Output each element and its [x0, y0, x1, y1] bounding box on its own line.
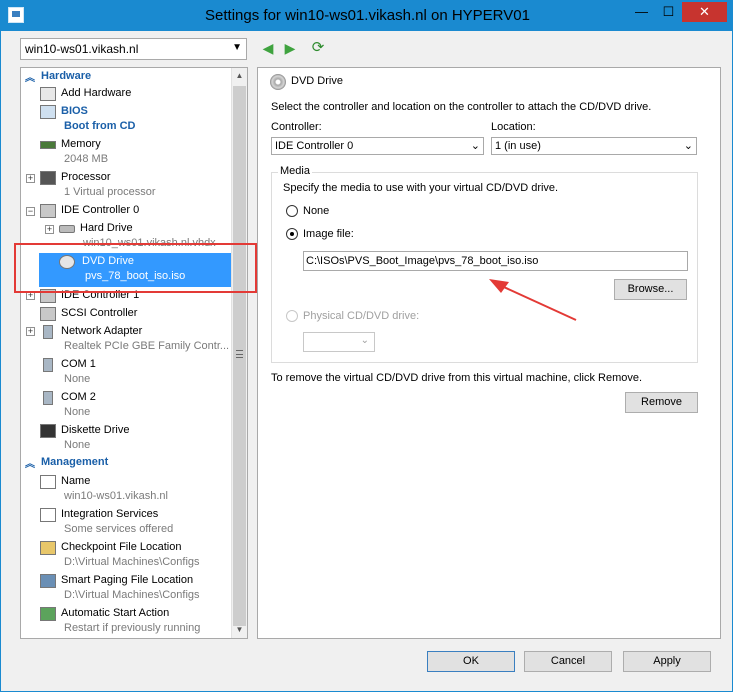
none-radio[interactable]	[286, 205, 298, 217]
image-file-radio[interactable]	[286, 228, 298, 240]
physical-drive-select[interactable]: ⌄	[303, 332, 375, 352]
physical-drive-radio[interactable]	[286, 310, 298, 322]
ide0-collapse-icon[interactable]: −	[26, 207, 35, 216]
checkpoint-folder-icon	[40, 541, 56, 555]
name-icon	[40, 475, 56, 489]
minimize-button[interactable]: —	[628, 2, 655, 22]
window-title: Settings for win10-ws01.vikash.nl on HYP…	[205, 7, 530, 24]
network-expand-icon[interactable]: +	[26, 327, 35, 336]
scroll-down-icon[interactable]: ▼	[232, 622, 247, 638]
forward-arrow-icon[interactable]: ▶	[281, 39, 299, 57]
remove-description: To remove the virtual CD/DVD drive from …	[271, 372, 643, 384]
grip-icon	[236, 350, 243, 358]
tree-item-scsi-controller[interactable]: SCSI Controller	[40, 305, 230, 323]
integration-services-icon	[40, 508, 56, 522]
cancel-button[interactable]: Cancel	[524, 651, 612, 672]
controller-select[interactable]: IDE Controller 0 ⌄	[271, 137, 484, 155]
tree-item-com2[interactable]: COM 2 None	[40, 389, 230, 422]
location-select[interactable]: 1 (in use) ⌄	[491, 137, 697, 155]
scroll-up-icon[interactable]: ▲	[232, 68, 247, 84]
network-adapter-icon	[43, 325, 53, 339]
vm-select[interactable]: win10-ws01.vikash.nl ▼	[20, 38, 247, 60]
close-button[interactable]: ✕	[682, 2, 727, 22]
controller-label: Controller:	[271, 121, 322, 133]
none-radio-label[interactable]: None	[303, 205, 329, 217]
tree-item-checkpoint-location[interactable]: Checkpoint File Location D:\Virtual Mach…	[40, 539, 230, 572]
tree-item-com1[interactable]: COM 1 None	[40, 356, 230, 389]
hard-drive-icon	[59, 225, 75, 233]
refresh-icon[interactable]: ⟳	[309, 39, 327, 57]
media-description: Specify the media to use with your virtu…	[283, 182, 559, 194]
memory-icon	[40, 141, 56, 149]
remove-button[interactable]: Remove	[625, 392, 698, 413]
tree-item-diskette-drive[interactable]: Diskette Drive None	[40, 422, 230, 455]
diskette-icon	[40, 424, 56, 438]
physical-drive-radio-label[interactable]: Physical CD/DVD drive:	[303, 310, 419, 322]
image-file-radio-label[interactable]: Image file:	[303, 228, 354, 240]
annotation-arrow	[489, 279, 577, 321]
location-label: Location:	[491, 121, 536, 133]
settings-tree: ︽ Hardware Add Hardware BIOS Boot from C…	[20, 67, 248, 639]
automatic-start-icon	[40, 607, 56, 621]
panel-description: Select the controller and location on th…	[271, 101, 652, 113]
tree-scrollbar[interactable]: ▲ ▼	[231, 68, 247, 638]
ok-button[interactable]: OK	[427, 651, 515, 672]
dvd-disc-icon	[270, 74, 286, 90]
media-label: Media	[278, 165, 312, 177]
apply-button[interactable]: Apply	[623, 651, 711, 672]
vm-select-value: win10-ws01.vikash.nl	[25, 42, 139, 56]
tree-item-smart-paging-location[interactable]: Smart Paging File Location D:\Virtual Ma…	[40, 572, 230, 605]
dvd-drive-settings-panel: DVD Drive Select the controller and loca…	[257, 67, 721, 639]
chevron-down-icon: ⌄	[470, 140, 480, 152]
tree-item-ide-controller-0[interactable]: IDE Controller 0	[40, 202, 230, 220]
chevron-down-icon: ⌄	[683, 140, 693, 152]
tree-item-processor[interactable]: Processor 1 Virtual processor	[40, 169, 230, 202]
tree-item-memory[interactable]: Memory 2048 MB	[40, 136, 230, 169]
tree-item-network-adapter[interactable]: Network Adapter Realtek PCIe GBE Family …	[40, 323, 230, 356]
ide-controller-icon	[40, 204, 56, 218]
scsi-controller-icon	[40, 307, 56, 321]
com-port-icon	[43, 358, 53, 372]
maximize-button[interactable]: ☐	[655, 2, 682, 22]
add-hardware-icon	[40, 87, 56, 101]
processor-expand-icon[interactable]: +	[26, 174, 35, 183]
image-path-input[interactable]: C:\ISOs\PVS_Boot_Image\pvs_78_boot_iso.i…	[303, 251, 688, 271]
collapse-icon: ︽	[25, 73, 35, 84]
tree-item-bios[interactable]: BIOS Boot from CD	[40, 103, 230, 136]
collapse-icon: ︽	[25, 459, 35, 470]
com-port-icon	[43, 391, 53, 405]
browse-button[interactable]: Browse...	[614, 279, 687, 300]
panel-title: DVD Drive	[291, 75, 343, 87]
title-bar: Settings for win10-ws01.vikash.nl on HYP…	[1, 1, 732, 31]
tree-item-name[interactable]: Name win10-ws01.vikash.nl	[40, 473, 230, 506]
smart-paging-icon	[40, 574, 56, 588]
back-arrow-icon[interactable]: ◀	[259, 39, 277, 57]
tree-item-automatic-start[interactable]: Automatic Start Action Restart if previo…	[40, 605, 230, 638]
scrollbar-thumb[interactable]	[233, 86, 246, 626]
chevron-down-icon: ⌄	[360, 335, 369, 346]
chevron-down-icon: ▼	[232, 42, 242, 53]
hard-drive-expand-icon[interactable]: +	[45, 225, 54, 234]
processor-icon	[40, 171, 56, 185]
annotation-highlight-box	[14, 243, 257, 293]
tree-item-integration-services[interactable]: Integration Services Some services offer…	[40, 506, 230, 539]
settings-window: Settings for win10-ws01.vikash.nl on HYP…	[0, 0, 733, 692]
bios-icon	[40, 105, 56, 119]
